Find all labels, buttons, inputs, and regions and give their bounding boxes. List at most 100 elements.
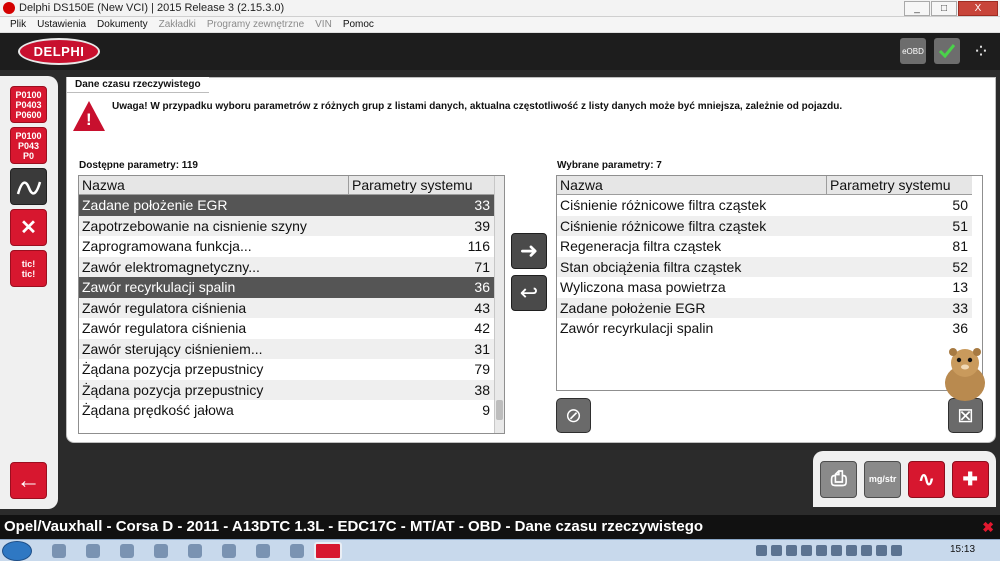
- tray-icon[interactable]: [756, 545, 767, 556]
- param-name: Zadane położenie EGR: [560, 299, 706, 316]
- param-system-count: 71: [474, 258, 490, 275]
- available-list-header: Nazwa Parametry systemu: [79, 176, 494, 195]
- table-row[interactable]: Zawór sterujący ciśnieniem... 31: [79, 338, 494, 359]
- param-name: Żądana pozycja przepustnicy: [82, 361, 264, 377]
- system-tray: [756, 545, 906, 556]
- param-system-count: 13: [952, 279, 968, 295]
- taskbar-app-icon[interactable]: [154, 544, 168, 558]
- table-row[interactable]: Zawór recyrkulacji spalin 36: [79, 277, 494, 298]
- tray-icon[interactable]: [816, 545, 827, 556]
- window-controls: _ □ X: [903, 1, 998, 16]
- table-row[interactable]: Zaprogramowana funkcja... 116: [79, 236, 494, 257]
- move-right-button[interactable]: ➜: [511, 233, 547, 269]
- menu-item-ustawienia[interactable]: Ustawienia: [37, 19, 86, 30]
- menu-item-plik[interactable]: Plik: [10, 19, 26, 30]
- menu-item-pomoc[interactable]: Pomoc: [343, 19, 374, 30]
- available-params-list[interactable]: Nazwa Parametry systemu Zadane położenie…: [78, 175, 505, 434]
- available-rows: Zadane położenie EGR 33 Zapotrzebowanie na…: [79, 195, 494, 421]
- available-scrollbar[interactable]: [494, 176, 504, 433]
- col-system-header[interactable]: Parametry systemu: [827, 176, 972, 194]
- fault-codes-button[interactable]: P0100 P0403 P0600: [10, 86, 47, 123]
- taskbar-app-icon[interactable]: [290, 544, 304, 558]
- taskbar-app-icon[interactable]: [120, 544, 134, 558]
- taskbar-app-icon[interactable]: [86, 544, 100, 558]
- table-row[interactable]: Zadane położenie EGR 33: [557, 297, 972, 318]
- tic-tic-button[interactable]: tic! tic!: [10, 250, 47, 287]
- table-row[interactable]: Zawór recyrkulacji spalin 36: [557, 318, 972, 339]
- add-parameter-button[interactable]: ✚: [951, 460, 989, 498]
- selected-rows: Ciśnienie różnicowe filtra cząstek 50 Ciśn…: [557, 195, 972, 339]
- tray-icon[interactable]: [801, 545, 812, 556]
- live-data-button[interactable]: [10, 168, 47, 205]
- print-button[interactable]: ⎙: [820, 460, 858, 498]
- param-name: Wyliczona masa powietrza: [560, 279, 726, 295]
- chart-view-button[interactable]: ∿: [907, 460, 945, 498]
- move-left-button[interactable]: ↩: [511, 275, 547, 311]
- service-tools-button[interactable]: ✕: [10, 209, 47, 246]
- warning-text: Uwaga! W przypadku wyboru parametrów z r…: [112, 101, 843, 112]
- param-system-count: 52: [952, 258, 968, 275]
- app-icon: [3, 2, 15, 14]
- status-close-icon[interactable]: ✖: [982, 515, 994, 539]
- col-name-header[interactable]: Nazwa: [79, 176, 349, 194]
- taskbar-app-icon[interactable]: [52, 544, 66, 558]
- tray-icon[interactable]: [786, 545, 797, 556]
- col-name-header[interactable]: Nazwa: [557, 176, 827, 194]
- eobd-icon[interactable]: eOBD: [900, 38, 926, 64]
- param-system-count: 33: [952, 299, 968, 316]
- table-row[interactable]: Stan obciążenia filtra cząstek 52: [557, 256, 972, 277]
- menu-item-dokumenty[interactable]: Dokumenty: [97, 19, 148, 30]
- table-row[interactable]: Zawór regulatora ciśnienia 42: [79, 318, 494, 339]
- left-sidebar: P0100 P0403 P0600 P0100 P043 P0 ✕ tic! t…: [0, 76, 58, 509]
- table-row[interactable]: Ciśnienie różnicowe filtra cząstek 51: [557, 215, 972, 236]
- taskbar-app-icon[interactable]: [256, 544, 270, 558]
- selected-params-label: Wybrane parametry: 7: [557, 160, 662, 171]
- col-system-header[interactable]: Parametry systemu: [349, 176, 494, 194]
- minimize-button[interactable]: _: [904, 1, 930, 16]
- menu-item-programy-zewnetrzne[interactable]: Programy zewnętrzne: [207, 19, 304, 30]
- selected-params-list[interactable]: Nazwa Parametry systemu Ciśnienie różnic…: [556, 175, 983, 391]
- table-row[interactable]: Żądana pozycja przepustnicy 38: [79, 379, 494, 400]
- tray-icon[interactable]: [846, 545, 857, 556]
- tray-icon[interactable]: [891, 545, 902, 556]
- tray-icon[interactable]: [876, 545, 887, 556]
- param-system-count: 79: [474, 361, 490, 377]
- tray-icon[interactable]: [861, 545, 872, 556]
- menu-item-zakladki[interactable]: Zakładki: [159, 19, 196, 30]
- loading-dots-icon: ⁘: [972, 40, 990, 63]
- param-system-count: 81: [952, 238, 968, 254]
- table-row[interactable]: Wyliczona masa powietrza 13: [557, 277, 972, 298]
- taskbar-app-icon[interactable]: [188, 544, 202, 558]
- maximize-button[interactable]: □: [931, 1, 957, 16]
- tray-icon[interactable]: [771, 545, 782, 556]
- panel-tab: Dane czasu rzeczywistego: [67, 77, 209, 93]
- fault-codes-2-button[interactable]: P0100 P043 P0: [10, 127, 47, 164]
- table-row[interactable]: Żądana prędkość jałowa 9: [79, 400, 494, 421]
- menu-item-vin[interactable]: VIN: [315, 19, 332, 30]
- param-name: Żądana prędkość jałowa: [82, 402, 234, 418]
- delphi-logo: DELPHI: [18, 38, 100, 65]
- taskbar-delphi-app[interactable]: [314, 542, 342, 560]
- table-row[interactable]: Zawór elektromagnetyczny... 71: [79, 256, 494, 277]
- param-name: Zapotrzebowanie na cisnienie szyny: [82, 217, 307, 234]
- table-row[interactable]: Regeneracja filtra cząstek 81: [557, 236, 972, 257]
- param-system-count: 51: [952, 217, 968, 234]
- connection-status-icon[interactable]: [934, 38, 960, 64]
- table-row[interactable]: Ciśnienie różnicowe filtra cząstek 50: [557, 195, 972, 216]
- clear-selection-button[interactable]: ⊘: [556, 398, 591, 433]
- table-row[interactable]: Zadane położenie EGR 33: [79, 195, 494, 216]
- table-row[interactable]: Zapotrzebowanie na cisnienie szyny 39: [79, 215, 494, 236]
- tray-icon[interactable]: [831, 545, 842, 556]
- graph-mode-button[interactable]: mg/str: [864, 460, 902, 498]
- back-button[interactable]: ←: [10, 462, 47, 499]
- window-title: Delphi DS150E (New VCI) | 2015 Release 3…: [19, 2, 285, 14]
- param-name: Zawór sterujący ciśnieniem...: [82, 340, 263, 357]
- start-button[interactable]: [2, 541, 32, 561]
- title-bar: Delphi DS150E (New VCI) | 2015 Release 3…: [0, 0, 1000, 17]
- live-data-icon: [16, 180, 41, 195]
- table-row[interactable]: Żądana pozycja przepustnicy 79: [79, 359, 494, 380]
- available-scroll-thumb[interactable]: [496, 400, 503, 420]
- table-row[interactable]: Zawór regulatora ciśnienia 43: [79, 297, 494, 318]
- taskbar-app-icon[interactable]: [222, 544, 236, 558]
- close-button[interactable]: X: [958, 1, 998, 16]
